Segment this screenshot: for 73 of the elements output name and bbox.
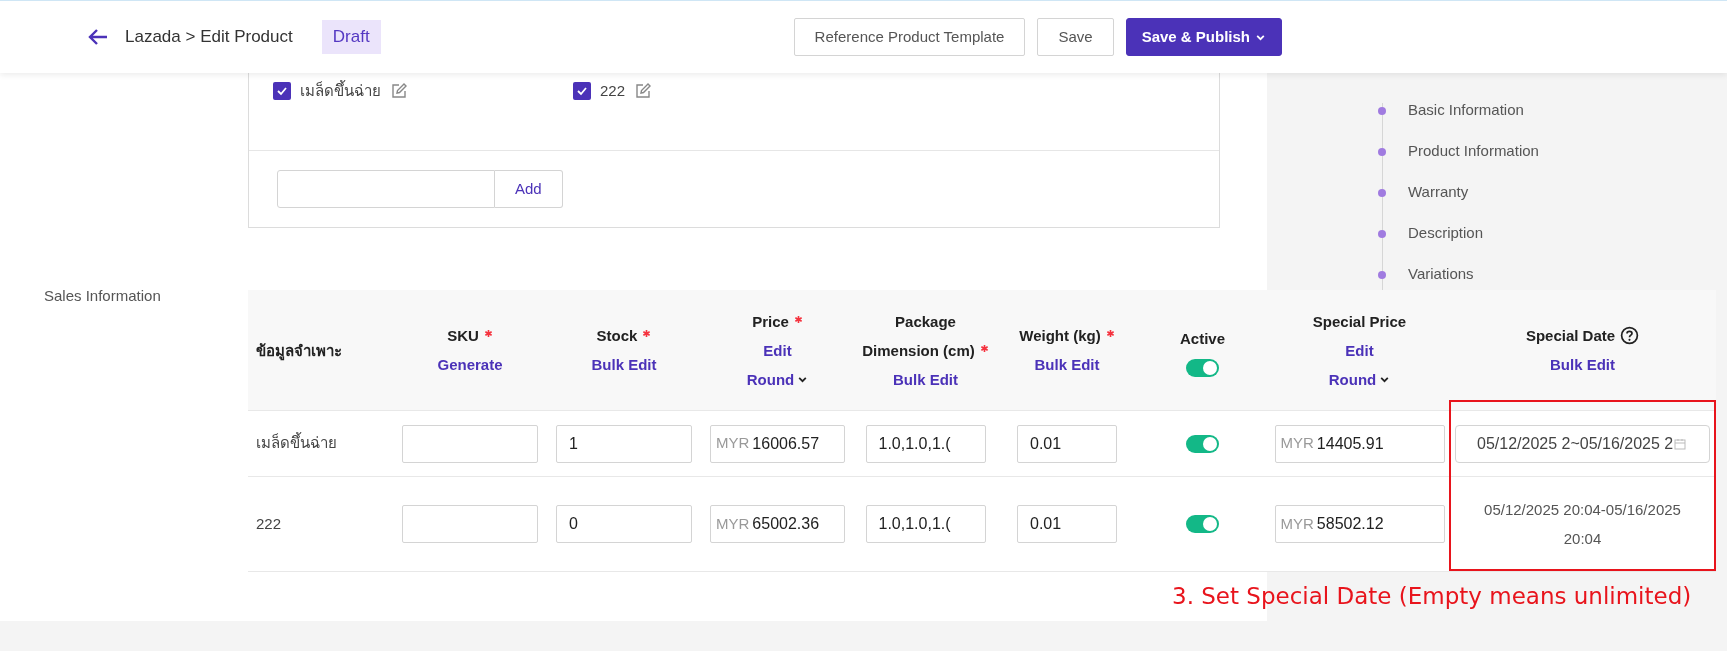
column-header: ข้อมูลจำเพาะ [256, 341, 342, 359]
action-link[interactable]: Edit [763, 335, 792, 365]
table-input[interactable] [402, 424, 538, 463]
row-label: 222 [256, 513, 282, 534]
date-range-value: 05/12/2025 2~05/16/2025 2 [1477, 433, 1674, 454]
add-button[interactable]: Add [495, 170, 563, 208]
status-badge: Draft [321, 20, 381, 54]
table-input[interactable]: 1.0,1.0,1.( [865, 505, 986, 543]
toolbar-button[interactable]: Reference Product Template [793, 18, 1026, 56]
price-input[interactable]: 16006.57 [752, 431, 844, 456]
checkbox[interactable] [573, 82, 591, 101]
column-header: Special Price [1312, 312, 1407, 330]
required-icon [642, 329, 652, 338]
calendar-icon[interactable] [1674, 437, 1687, 450]
price-input[interactable]: 58502.12 [1316, 512, 1444, 536]
edit-icon[interactable] [634, 82, 653, 101]
toggle-switch[interactable] [1186, 515, 1219, 533]
required-icon [1105, 329, 1115, 338]
toolbar-button[interactable]: Save & Publish [1125, 18, 1283, 56]
nav-link[interactable]: Variations [1408, 263, 1474, 286]
currency-label: MYR [716, 433, 750, 454]
toggle-switch[interactable] [1186, 434, 1219, 453]
nav-link[interactable]: Basic Information [1408, 99, 1524, 122]
currency-label: MYR [716, 513, 750, 534]
annotation-text: 3. Set Special Date (Empty means unlimited) [1172, 582, 1692, 612]
toggle-switch[interactable] [1186, 358, 1219, 377]
table-input[interactable]: 1.0,1.0,1.( [865, 424, 986, 463]
section-label: Sales Information [44, 286, 162, 306]
table-input[interactable]: 0.01 [1017, 505, 1117, 543]
required-icon [483, 329, 493, 338]
table-input[interactable]: 1 [556, 424, 692, 463]
option-label: เมล็ดขึ้นฉ่าย [300, 80, 381, 101]
nav-link[interactable]: Product Information [1408, 140, 1539, 163]
currency-label: MYR [1280, 433, 1314, 454]
column-header: Weight (kg) [1019, 327, 1101, 344]
action-link[interactable]: Bulk Edit [591, 350, 657, 379]
date-range-field[interactable]: 05/12/2025 2~05/16/2025 2 [1455, 424, 1710, 463]
action-link[interactable]: Bulk Edit [1034, 350, 1100, 379]
nav-link[interactable]: Warranty [1408, 181, 1469, 204]
price-field[interactable]: MYR 65002.36 [710, 505, 845, 543]
breadcrumb: Lazada > Edit Product [125, 26, 293, 49]
table-input[interactable]: 0 [556, 505, 692, 543]
toolbar-button[interactable]: Save [1037, 18, 1114, 56]
currency-label: MYR [1280, 513, 1314, 534]
edit-icon[interactable] [390, 82, 408, 101]
checkbox[interactable] [273, 82, 291, 101]
round-dropdown[interactable]: Round [1328, 364, 1391, 394]
action-link[interactable]: Edit [1345, 335, 1374, 365]
table-input[interactable] [402, 505, 538, 543]
row-label: เมล็ดขึ้นฉ่าย [256, 432, 337, 454]
round-dropdown[interactable]: Round [746, 364, 809, 394]
action-link[interactable]: Bulk Edit [893, 364, 958, 394]
required-icon [793, 314, 803, 324]
option-label: 222 [600, 81, 626, 101]
action-link[interactable]: Bulk Edit [1550, 350, 1615, 379]
price-input[interactable]: 14405.91 [1316, 431, 1444, 456]
option-input[interactable] [277, 170, 495, 208]
price-field[interactable]: MYR 58502.12 [1274, 505, 1445, 543]
column-header: Package Dimension (cm) [862, 312, 975, 359]
column-header: Special Date [1525, 327, 1616, 344]
action-link[interactable]: Generate [437, 350, 503, 379]
date-range-text: 05/12/2025 20:04-05/16/2025 20:04 [1483, 500, 1682, 549]
required-icon [979, 343, 989, 353]
price-field[interactable]: MYR 14405.91 [1274, 424, 1445, 463]
column-header: Price [752, 312, 789, 330]
nav-link[interactable]: Description [1408, 222, 1484, 245]
table-input[interactable]: 0.01 [1017, 424, 1117, 463]
column-header: Stock [596, 327, 638, 344]
column-header: Active [1180, 329, 1225, 347]
column-header: SKU [447, 327, 479, 344]
help-icon[interactable] [1620, 326, 1640, 345]
price-field[interactable]: MYR 16006.57 [710, 424, 845, 463]
price-input[interactable]: 65002.36 [752, 512, 844, 536]
